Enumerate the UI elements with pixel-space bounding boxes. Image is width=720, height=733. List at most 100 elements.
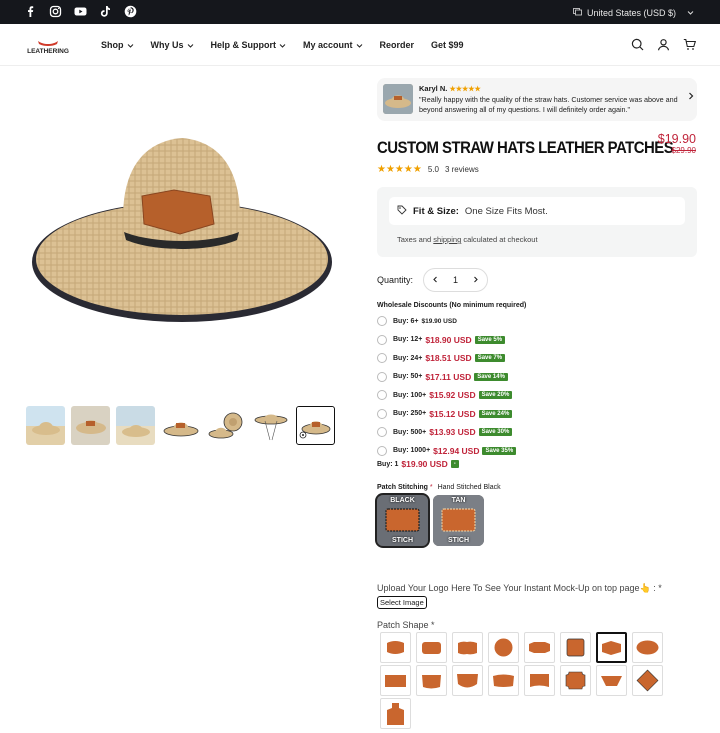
shape-option[interactable]	[416, 632, 447, 663]
region-selector[interactable]: United States (USD $)	[573, 7, 694, 18]
radio-button[interactable]	[377, 353, 387, 364]
shape-option[interactable]	[488, 632, 519, 663]
stitching-title: Patch Stitching	[377, 484, 428, 491]
wholesale-row[interactable]: Buy: 1000+ $12.94 USD Save 35%	[377, 442, 517, 461]
shape-option-selected[interactable]	[596, 632, 627, 663]
pinterest-icon[interactable]	[124, 5, 137, 18]
tax-prefix: Taxes and	[397, 235, 432, 244]
product-price: $19.90	[657, 132, 696, 146]
quantity-value[interactable]: 1	[453, 275, 458, 285]
shape-option[interactable]	[632, 665, 663, 696]
product-rating[interactable]: ★★★★★ 5.0 3 reviews	[377, 164, 479, 175]
wholesale-row[interactable]: Buy: 250+ $15.12 USD Save 24%	[377, 405, 516, 424]
shape-option[interactable]	[560, 665, 591, 696]
chevron-right-icon[interactable]	[687, 92, 695, 103]
wholesale-row[interactable]: Buy: 6+ $19.90 USD	[377, 312, 516, 331]
nav-label: Why Us	[150, 40, 184, 50]
increase-button[interactable]	[472, 275, 479, 285]
radio-button[interactable]	[377, 408, 387, 419]
review-count: 3 reviews	[444, 165, 479, 174]
shape-option[interactable]	[380, 632, 411, 663]
chevron-down-icon	[187, 43, 193, 48]
wholesale-row[interactable]: Buy: 50+ $17.11 USD Save 14%	[377, 368, 516, 387]
wholesale-row[interactable]: Buy: 12+ $18.90 USD Save 5%	[377, 331, 516, 350]
shape-option[interactable]	[416, 665, 447, 696]
quantity-stepper[interactable]: 1	[423, 268, 489, 292]
shape-option[interactable]	[452, 632, 483, 663]
save-badge: Save 5%	[474, 335, 506, 344]
wholesale-row[interactable]: Buy: 24+ $18.51 USD Save 7%	[377, 349, 516, 368]
stitch-bottom-label: STICH	[392, 537, 413, 544]
shape-option[interactable]	[524, 632, 555, 663]
thumbnail-5[interactable]	[206, 406, 245, 445]
select-image-button[interactable]: Select Image	[377, 596, 427, 609]
thumbnail-7-selected[interactable]	[296, 406, 335, 445]
radio-button[interactable]	[377, 445, 387, 456]
radio-button[interactable]	[377, 334, 387, 345]
cart-icon[interactable]	[683, 38, 697, 51]
stitch-bottom-label: STICH	[448, 537, 469, 544]
nav-reorder[interactable]: Reorder	[380, 40, 415, 50]
shape-option[interactable]	[596, 665, 627, 696]
rating-stars: ★★★★★	[377, 164, 422, 175]
wholesale-row[interactable]: Buy: 500+ $13.93 USD Save 30%	[377, 423, 516, 442]
thumbnail-4[interactable]	[161, 406, 200, 445]
reviewer-name-text: Karyl N.	[419, 84, 448, 93]
product-main-image[interactable]	[24, 124, 340, 346]
tier-label: Buy: 100+	[393, 391, 427, 399]
youtube-icon[interactable]	[74, 5, 87, 18]
tag-icon	[397, 205, 407, 218]
decrease-button[interactable]	[432, 275, 439, 285]
account-icon[interactable]	[657, 38, 670, 51]
nav-help-support[interactable]: Help & Support	[211, 40, 287, 50]
tier-label: Buy: 6+	[393, 317, 419, 325]
header-icons	[631, 38, 697, 51]
currency-icon	[573, 7, 582, 18]
tier-price: $12.94 USD	[433, 445, 480, 456]
wholesale-row[interactable]: Buy: 100+ $15.92 USD Save 20%	[377, 386, 516, 405]
nav-label: Reorder	[379, 40, 415, 50]
site-header: LEATHERING Shop Why Us Help & Support My…	[0, 24, 720, 66]
nav-get-99[interactable]: Get $99	[431, 40, 464, 50]
current-tier: Buy: 1 $19.90 USD -	[377, 459, 459, 469]
shape-option[interactable]	[380, 698, 411, 729]
site-logo[interactable]: LEATHERING	[24, 38, 72, 56]
fit-size-box: Fit & Size: One Size Fits Most. Taxes an…	[377, 187, 697, 257]
upload-label: Upload Your Logo Here To See Your Instan…	[377, 583, 662, 593]
instagram-icon[interactable]	[49, 5, 62, 18]
thumbnail-3[interactable]	[116, 406, 155, 445]
shape-option[interactable]	[632, 632, 663, 663]
radio-button[interactable]	[377, 427, 387, 438]
current-tier-label: Buy: 1	[377, 460, 399, 468]
fit-value: One Size Fits Most.	[464, 205, 548, 217]
radio-button[interactable]	[377, 390, 387, 401]
shape-option[interactable]	[380, 665, 411, 696]
chevron-down-icon	[127, 43, 133, 48]
reviewer-photo	[383, 84, 413, 114]
thumbnail-1[interactable]	[26, 406, 65, 445]
stitching-value: Hand Stitched Black	[437, 484, 501, 491]
main-nav: Shop Why Us Help & Support My account Re…	[101, 40, 481, 50]
search-icon[interactable]	[631, 38, 644, 51]
nav-why-us[interactable]: Why Us	[151, 40, 194, 50]
stitch-option-black[interactable]: BLACK STICH	[375, 493, 430, 548]
thumbnail-2[interactable]	[71, 406, 110, 445]
save-badge: Save 35%	[482, 446, 517, 455]
stitch-option-tan[interactable]: TAN STICH	[433, 495, 484, 546]
radio-button[interactable]	[377, 371, 387, 382]
nav-my-account[interactable]: My account	[303, 40, 363, 50]
thumbnail-6[interactable]	[251, 406, 290, 445]
tier-price: $13.93 USD	[429, 427, 476, 438]
shape-option[interactable]	[488, 665, 519, 696]
patch-shape-label: Patch Shape *	[377, 620, 435, 630]
shape-option[interactable]	[452, 665, 483, 696]
chevron-down-icon	[279, 43, 286, 48]
shape-option[interactable]	[524, 665, 555, 696]
nav-shop[interactable]: Shop	[101, 40, 134, 50]
tiktok-icon[interactable]	[99, 5, 112, 18]
facebook-icon[interactable]	[24, 5, 37, 18]
radio-button[interactable]	[377, 316, 387, 327]
shipping-link[interactable]: shipping	[433, 235, 461, 244]
shape-option[interactable]	[560, 632, 591, 663]
save-badge: Save 7%	[474, 354, 506, 363]
